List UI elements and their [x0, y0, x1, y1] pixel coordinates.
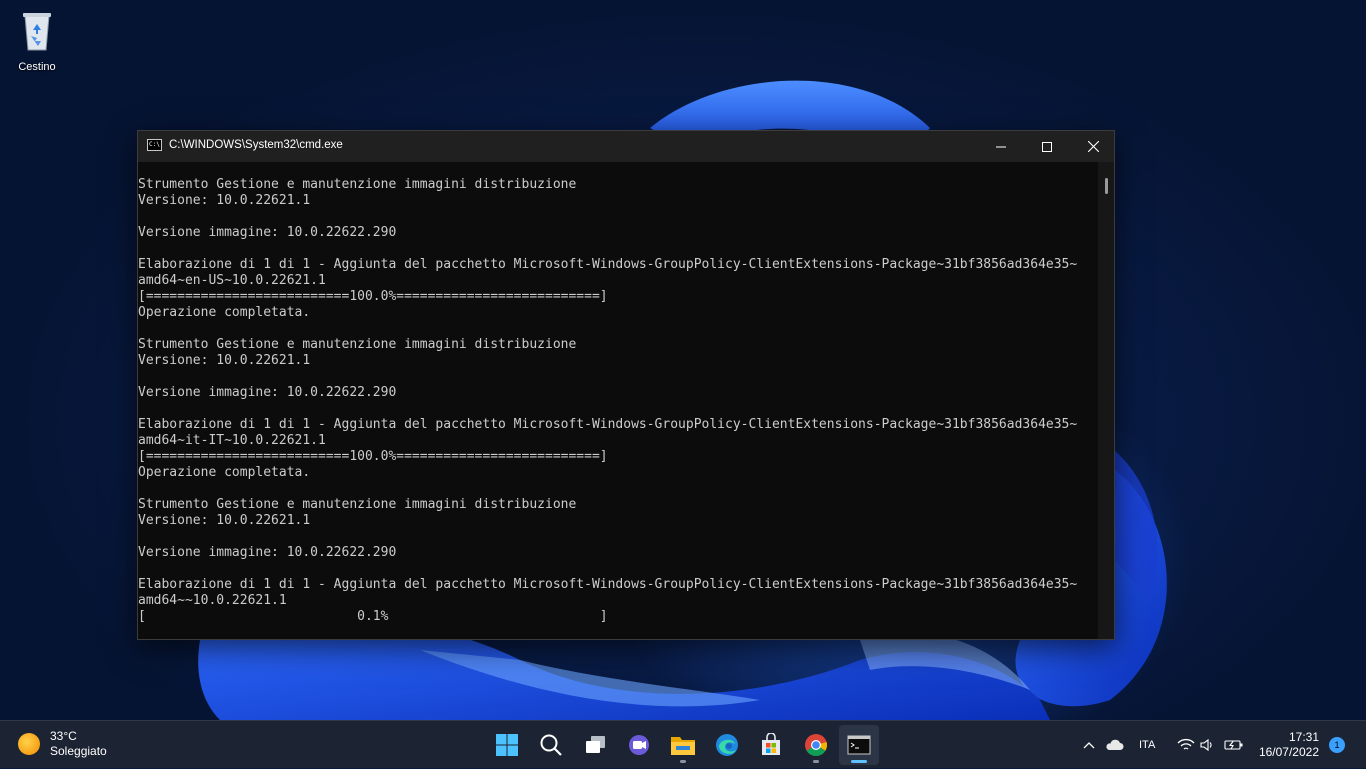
desktop-icon-recycle-bin[interactable]: Cestino [8, 6, 66, 73]
file-explorer-button[interactable] [663, 725, 703, 765]
console-output[interactable]: Strumento Gestione e manutenzione immagi… [138, 162, 1098, 639]
taskbar-clock[interactable]: 17:31 16/07/2022 [1259, 730, 1319, 760]
chat-icon [629, 735, 649, 755]
running-indicator [680, 760, 686, 763]
clock-time: 17:31 [1288, 730, 1319, 744]
show-hidden-icons-button[interactable] [1083, 721, 1095, 769]
wifi-icon [1177, 738, 1195, 750]
battery-charging-icon [1224, 740, 1243, 750]
maximize-icon [1042, 141, 1052, 152]
edge-button[interactable] [707, 725, 747, 765]
window-title: C:\WINDOWS\System32\cmd.exe [169, 139, 343, 151]
weather-widget[interactable]: 33°C Soleggiato [18, 729, 107, 759]
active-indicator [851, 760, 867, 763]
onedrive-tray-button[interactable] [1104, 721, 1124, 769]
window-titlebar[interactable]: C:\ C:\WINDOWS\System32\cmd.exe [138, 131, 1114, 162]
weather-condition: Soleggiato [50, 744, 107, 758]
notification-badge[interactable]: 1 [1329, 737, 1345, 753]
store-button[interactable] [751, 725, 791, 765]
sun-icon [18, 733, 40, 755]
recycle-bin-icon [23, 13, 51, 51]
windows-start-icon [496, 734, 518, 756]
chrome-button[interactable] [796, 725, 836, 765]
clock-date: 16/07/2022 [1258, 745, 1319, 759]
volume-tray-button[interactable] [1200, 721, 1216, 769]
language-indicator[interactable]: ITA [1139, 721, 1155, 769]
chat-button[interactable] [619, 725, 659, 765]
task-view-icon [586, 736, 605, 753]
close-icon [1087, 141, 1099, 152]
speaker-icon [1200, 738, 1212, 752]
running-indicator [813, 760, 819, 763]
terminal-button[interactable] [839, 725, 879, 765]
start-button[interactable] [487, 725, 527, 765]
close-button[interactable] [1070, 131, 1116, 162]
search-button[interactable] [531, 725, 571, 765]
chrome-icon [805, 734, 828, 756]
console-scrollbar[interactable] [1098, 162, 1114, 639]
battery-tray-button[interactable] [1224, 721, 1244, 769]
minimize-icon [996, 146, 1006, 147]
chevron-up-icon [1083, 742, 1095, 749]
cloud-icon [1106, 739, 1124, 750]
cmd-app-icon[interactable]: C:\ [147, 139, 162, 151]
desktop-icon-label: Cestino [18, 61, 56, 73]
minimize-button[interactable] [978, 131, 1024, 162]
taskbar: 33°C Soleggiato ITA 17:31 16/07/2022 1 [0, 720, 1366, 768]
scrollbar-thumb[interactable] [1105, 178, 1108, 194]
weather-temperature: 33°C [50, 729, 77, 743]
folder-icon [671, 737, 695, 755]
cmd-window[interactable]: C:\ C:\WINDOWS\System32\cmd.exe Strument… [137, 130, 1115, 640]
console-text: Strumento Gestione e manutenzione immagi… [138, 177, 1078, 624]
maximize-button[interactable] [1024, 131, 1070, 162]
search-icon [540, 734, 562, 756]
store-icon [762, 733, 780, 755]
task-view-button[interactable] [576, 725, 616, 765]
terminal-icon [847, 735, 871, 755]
edge-icon [716, 734, 738, 756]
network-tray-button[interactable] [1177, 721, 1195, 769]
